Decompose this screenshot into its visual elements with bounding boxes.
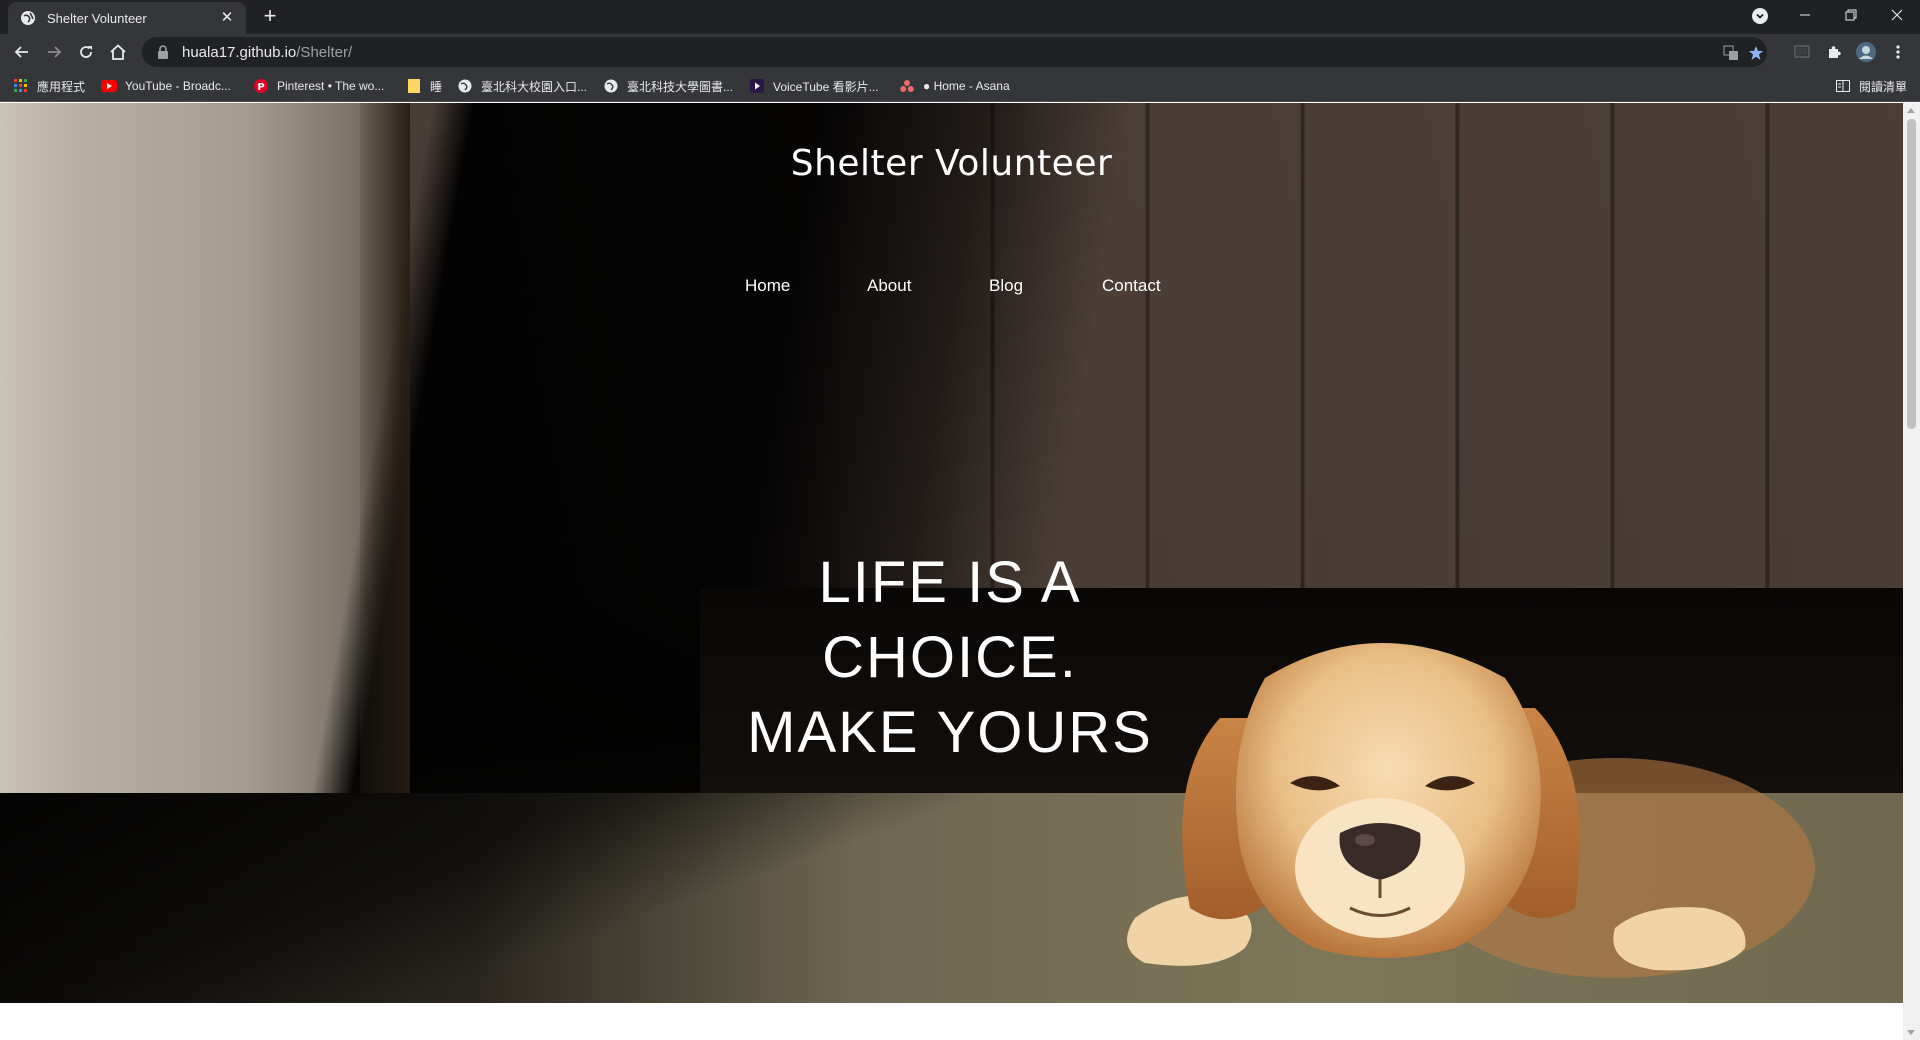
folder-icon	[406, 78, 422, 94]
close-tab-icon[interactable]: ✕	[218, 9, 236, 27]
youtube-icon	[101, 78, 117, 94]
bookmark-apps[interactable]: 應用程式	[13, 77, 85, 95]
tab-search-icon[interactable]	[1752, 8, 1768, 24]
reload-button[interactable]	[72, 38, 100, 66]
scroll-down-arrow-icon[interactable]	[1907, 1030, 1915, 1035]
nav-about[interactable]: About	[867, 276, 911, 296]
translate-icon[interactable]	[1722, 44, 1740, 62]
nav-home[interactable]: Home	[745, 276, 790, 296]
restore-button[interactable]	[1828, 0, 1874, 30]
bookmark-ntut-portal[interactable]: 臺北科大校園入口...	[457, 77, 587, 95]
hero-section: Shelter Volunteer Home About Blog Contac…	[0, 103, 1903, 1003]
url-host: huala17.github.io	[182, 43, 297, 61]
bookmark-asana[interactable]: ● Home - Asana	[899, 77, 1010, 95]
bookmark-ntut-library[interactable]: 臺北科技大學圖書...	[603, 77, 733, 95]
slogan-line: LIFE IS A	[818, 550, 1082, 615]
hero-slogan: LIFE IS A CHOICE. MAKE YOURS	[640, 545, 1260, 770]
globe-icon	[457, 78, 473, 94]
minimize-button[interactable]	[1782, 0, 1828, 30]
address-bar[interactable]: huala17.github.io/Shelter/	[142, 37, 1767, 67]
bookmark-label: 應用程式	[37, 79, 86, 94]
main-nav: Home About Blog Contact	[745, 276, 1165, 300]
reading-list-label: 閱讀清單	[1859, 79, 1908, 94]
asana-icon	[899, 78, 915, 94]
slogan-line: MAKE YOURS	[747, 700, 1153, 765]
profile-avatar[interactable]	[1852, 38, 1880, 66]
reading-list-button[interactable]: 閱讀清單	[1835, 77, 1907, 95]
page-scrollbar[interactable]	[1903, 103, 1920, 1040]
bookmark-voicetube[interactable]: VoiceTube 看影片...	[749, 77, 879, 95]
lock-icon[interactable]	[156, 45, 170, 59]
bookmark-youtube[interactable]: YouTube - Broadc...	[101, 77, 231, 95]
bookmark-label: ● Home - Asana	[923, 79, 1010, 93]
nav-blog[interactable]: Blog	[989, 276, 1023, 296]
url-text: huala17.github.io/Shelter/	[182, 44, 352, 61]
bookmark-folder[interactable]: 睡	[406, 77, 442, 95]
media-router-icon[interactable]	[1788, 38, 1816, 66]
bookmarks-bar: 應用程式 YouTube - Broadc... P Pinterest • T…	[0, 70, 1920, 102]
back-button[interactable]	[8, 38, 36, 66]
apps-grid-icon	[13, 78, 29, 94]
bookmark-label: YouTube - Broadc...	[125, 79, 231, 93]
bookmark-label: Pinterest • The wo...	[277, 79, 385, 93]
bookmark-label: 臺北科技大學圖書...	[627, 79, 734, 94]
slogan-line: CHOICE.	[822, 625, 1078, 690]
voicetube-icon	[749, 78, 765, 94]
bookmark-label: 臺北科大校園入口...	[481, 79, 588, 94]
url-path: /Shelter/	[296, 43, 353, 61]
globe-icon	[20, 10, 36, 26]
bookmark-label: 睡	[430, 79, 443, 94]
bookmark-star-icon[interactable]	[1747, 44, 1765, 62]
page-viewport: Shelter Volunteer Home About Blog Contac…	[0, 103, 1920, 1040]
scroll-up-arrow-icon[interactable]	[1907, 108, 1915, 113]
close-window-button[interactable]	[1874, 0, 1920, 30]
bookmark-pinterest[interactable]: P Pinterest • The wo...	[253, 77, 384, 95]
forward-button[interactable]	[40, 38, 68, 66]
tab-strip: Shelter Volunteer ✕ +	[0, 0, 1920, 34]
site-title: Shelter Volunteer	[790, 143, 1113, 184]
browser-toolbar: huala17.github.io/Shelter/	[0, 34, 1920, 70]
more-menu-icon[interactable]	[1884, 38, 1912, 66]
pinterest-icon: P	[253, 78, 269, 94]
globe-icon	[603, 78, 619, 94]
tab-title: Shelter Volunteer	[47, 10, 147, 26]
scrollbar-thumb[interactable]	[1907, 119, 1916, 429]
nav-contact[interactable]: Contact	[1102, 276, 1161, 296]
browser-tab[interactable]: Shelter Volunteer ✕	[8, 2, 246, 34]
home-button[interactable]	[104, 38, 132, 66]
new-tab-button[interactable]: +	[258, 5, 282, 29]
bookmark-label: VoiceTube 看影片...	[773, 79, 879, 94]
extensions-puzzle-icon[interactable]	[1820, 38, 1848, 66]
svg-text:P: P	[257, 82, 264, 93]
reading-list-icon	[1835, 78, 1851, 94]
